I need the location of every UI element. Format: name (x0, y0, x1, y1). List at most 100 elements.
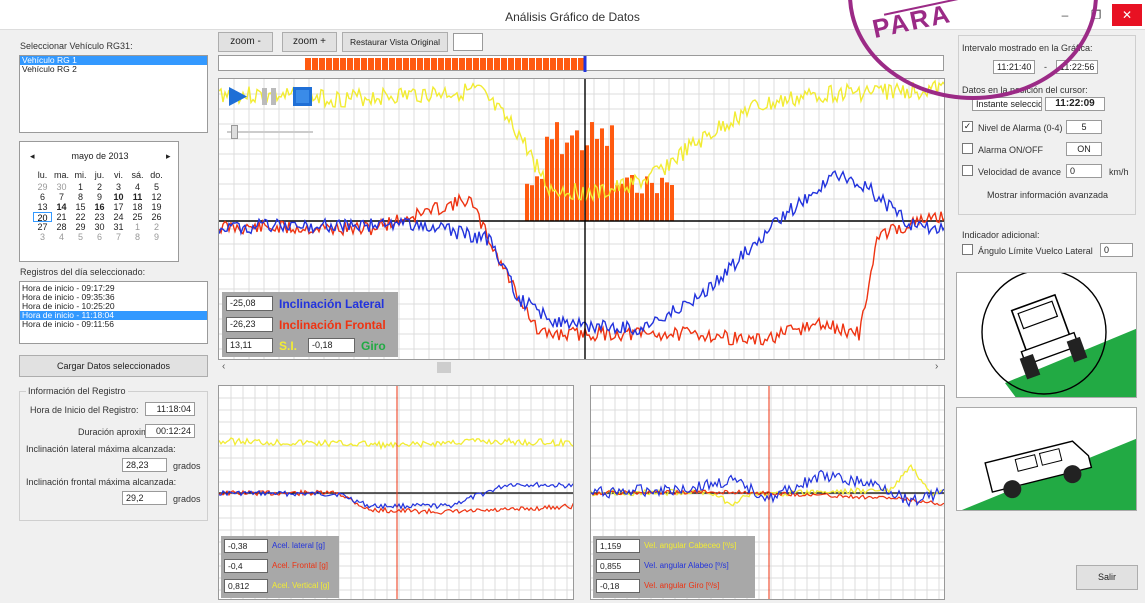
calendar-day[interactable]: 27 (33, 222, 52, 232)
play-icon[interactable] (226, 85, 249, 108)
timeline-bar[interactable] (218, 55, 944, 72)
calendar-day[interactable]: 3 (33, 232, 52, 242)
calendar-day[interactable]: 18 (128, 202, 147, 212)
calendar-day[interactable]: 31 (109, 222, 128, 232)
frontal-value: -26,23 (226, 317, 273, 332)
calendar-day[interactable]: 7 (52, 192, 71, 202)
calendar-day[interactable]: 17 (109, 202, 128, 212)
calendar-days[interactable]: 29 30 1 2 3 4 5 6 7 8 9 10 11 12 13 14 15 16 17 18 19 20 21 22 2… (33, 182, 166, 242)
gyro-plot[interactable]: 1,159 Vel. angular Cabeceo [º/s] 0,855 V… (590, 385, 945, 600)
calendar-day[interactable]: 3 (109, 182, 128, 192)
calendar-day[interactable]: 5 (147, 182, 166, 192)
calendar-day[interactable]: 19 (147, 202, 166, 212)
calendar-day[interactable]: 20 (33, 212, 52, 223)
rollover-angle-checkbox[interactable] (962, 244, 973, 255)
accel-lateral-value: -0,38 (224, 539, 268, 553)
vehicle-rear-view (956, 272, 1137, 398)
calendar-day[interactable]: 29 (71, 222, 90, 232)
stop-icon[interactable] (291, 85, 314, 108)
timeline-segments (305, 56, 587, 72)
close-button[interactable]: ✕ (1112, 4, 1142, 26)
vehicle-item[interactable]: Vehículo RG 2 (20, 65, 207, 74)
si-series-name: S.I. (279, 339, 298, 353)
calendar-day[interactable]: 8 (128, 232, 147, 242)
start-time-field: 11:18:04 (145, 402, 195, 416)
main-plot[interactable]: -25,08 Inclinación Lateral -26,23 Inclin… (218, 78, 945, 360)
calendar-day[interactable]: 23 (90, 212, 109, 222)
calendar-day[interactable]: 22 (71, 212, 90, 222)
calendar-day[interactable]: 13 (33, 202, 52, 212)
max-frontal-unit: grados (173, 494, 201, 504)
calendar-day[interactable]: 2 (90, 182, 109, 192)
records-list[interactable]: Hora de inicio - 09:17:29 Hora de inicio… (19, 281, 208, 344)
load-data-button[interactable]: Cargar Datos seleccionados (19, 355, 208, 377)
calendar[interactable]: ◂ mayo de 2013 ▸ lu. ma. mi. ju. vi. sá. do. 2… (19, 141, 179, 262)
scroll-thumb[interactable] (437, 362, 451, 373)
calendar-day[interactable]: 11 (128, 192, 147, 202)
calendar-day[interactable]: 9 (147, 232, 166, 242)
main-legend: -25,08 Inclinación Lateral -26,23 Inclin… (222, 292, 398, 357)
restore-view-button[interactable]: Restaurar Vista Original (342, 32, 448, 52)
si-value: 13,11 (226, 338, 273, 353)
scroll-right-icon[interactable]: › (935, 361, 938, 372)
giro-value: -0,18 (308, 338, 355, 353)
calendar-weekday: ma. (53, 170, 69, 180)
speed-slider[interactable] (227, 125, 313, 139)
calendar-day[interactable]: 24 (109, 212, 128, 222)
alarm-level-field: 5 (1066, 120, 1102, 134)
calendar-weekday: sá. (131, 170, 144, 180)
pause-icon[interactable] (259, 85, 279, 108)
accel-frontal-name: Acel. Frontal [g] (272, 561, 329, 570)
calendar-day[interactable]: 9 (90, 192, 109, 202)
calendar-day[interactable]: 12 (147, 192, 166, 202)
calendar-day[interactable]: 30 (52, 182, 71, 192)
calendar-day[interactable]: 26 (147, 212, 166, 222)
start-time-label: Hora de Inicio del Registro: (30, 405, 139, 415)
alarm-onoff-checkbox[interactable] (962, 143, 973, 154)
max-lateral-unit: grados (173, 461, 201, 471)
vehicle-label: Seleccionar Vehículo RG31: (20, 41, 133, 51)
record-info-title: Información del Registro (26, 386, 128, 396)
exit-button[interactable]: Salir (1076, 565, 1138, 590)
zoom-in-button[interactable]: zoom + (282, 32, 337, 52)
toolbar-blank-field[interactable] (453, 33, 483, 51)
main-scrollbar[interactable]: ‹ › (218, 361, 945, 374)
calendar-next-button[interactable]: ▸ (166, 151, 171, 162)
calendar-day[interactable]: 15 (71, 202, 90, 212)
calendar-day[interactable]: 21 (52, 212, 71, 222)
vehicle-list[interactable]: Vehículo RG 1 Vehículo RG 2 (19, 55, 208, 133)
calendar-day[interactable]: 1 (71, 182, 90, 192)
frontal-series-name: Inclinación Frontal (279, 318, 386, 332)
speed-checkbox[interactable] (962, 165, 973, 176)
scroll-left-icon[interactable]: ‹ (222, 361, 225, 372)
calendar-weekday: do. (150, 170, 163, 180)
advanced-info-link[interactable]: Mostrar información avanzada (987, 190, 1108, 200)
calendar-day[interactable]: 1 (128, 222, 147, 232)
duration-field: 00:12:24 (145, 424, 195, 438)
accel-plot[interactable]: -0,38 Acel. lateral [g] -0,4 Acel. Front… (218, 385, 574, 600)
max-lateral-field: 28,23 (122, 458, 167, 472)
calendar-day[interactable]: 5 (71, 232, 90, 242)
calendar-day[interactable]: 16 (90, 202, 109, 212)
calendar-day[interactable]: 10 (109, 192, 128, 202)
calendar-day[interactable]: 6 (90, 232, 109, 242)
calendar-day[interactable]: 14 (52, 202, 71, 212)
calendar-day[interactable]: 2 (147, 222, 166, 232)
calendar-day[interactable]: 7 (109, 232, 128, 242)
calendar-day[interactable]: 6 (33, 192, 52, 202)
calendar-day[interactable]: 4 (52, 232, 71, 242)
calendar-day[interactable]: 28 (52, 222, 71, 232)
calendar-day[interactable]: 30 (90, 222, 109, 232)
gyro-roll-name: Vel. angular Alabeo [º/s] (644, 561, 729, 570)
zoom-out-button[interactable]: zoom - (218, 32, 273, 52)
record-item[interactable]: Hora de inicio - 09:11:56 (20, 320, 207, 329)
calendar-day[interactable]: 4 (128, 182, 147, 192)
calendar-day[interactable]: 25 (128, 212, 147, 222)
gyro-legend: 1,159 Vel. angular Cabeceo [º/s] 0,855 V… (593, 536, 755, 598)
calendar-day[interactable]: 8 (71, 192, 90, 202)
vehicle-rear-icon (981, 273, 1136, 397)
calendar-day[interactable]: 29 (33, 182, 52, 192)
alarm-level-checkbox[interactable]: ✓ (962, 121, 973, 132)
lateral-series-name: Inclinación Lateral (279, 297, 385, 311)
speed-unit: km/h (1109, 167, 1129, 177)
